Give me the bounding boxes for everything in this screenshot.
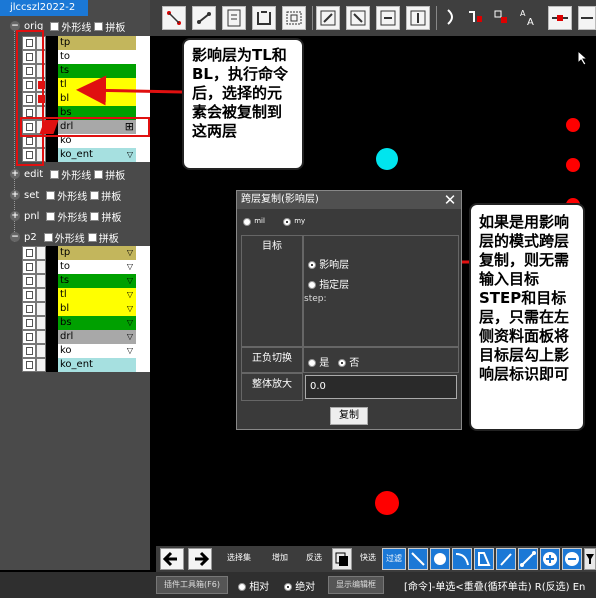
radio-unchecked-icon[interactable] — [308, 281, 316, 289]
scale-input[interactable]: 0.0 — [305, 375, 457, 399]
close-icon[interactable]: ✕ — [441, 191, 459, 209]
pencil-icon — [500, 553, 512, 566]
unit-my-label: my — [294, 217, 306, 225]
radio-checked-icon[interactable] — [284, 583, 292, 591]
cross-layer-copy-dialog: 跨层复制(影响层) ✕ mil my 目标 影响层 指定层 step: 正负切换… — [236, 190, 462, 430]
step-label: step: — [304, 294, 327, 304]
filter-button[interactable]: 过滤 — [382, 548, 406, 570]
radio-unchecked-icon[interactable] — [243, 218, 251, 226]
next-button[interactable] — [188, 548, 212, 570]
copy-button[interactable]: 复制 — [330, 407, 368, 425]
distance-icon — [520, 551, 536, 567]
zoom-out-button[interactable] — [562, 548, 582, 570]
option-affected-label: 影响层 — [319, 260, 350, 271]
relative-label: 相对 — [249, 582, 270, 593]
target-label-cell: 目标 — [241, 235, 303, 347]
target-options-cell: 影响层 指定层 step: — [303, 235, 459, 347]
radio-checked-icon[interactable] — [308, 261, 316, 269]
scale-label: 整体放大 — [252, 379, 292, 390]
unit-mil-option[interactable]: mil — [243, 217, 265, 228]
show-edit-box-button[interactable]: 显示编辑框 — [328, 576, 384, 594]
copy-icon — [335, 552, 348, 566]
plugin-toolbox-button[interactable]: 插件工具箱(F6) — [156, 576, 228, 594]
distance-mode-button[interactable] — [518, 548, 538, 570]
option-specified-label: 指定层 — [319, 280, 350, 291]
radio-checked-icon[interactable] — [283, 218, 291, 226]
status-bar: 插件工具箱(F6) 相对 绝对 显示编辑框 [命令]-单选<重叠(循环单击) R… — [0, 572, 596, 598]
circle-mode-button[interactable] — [430, 548, 450, 570]
minus-circle-icon — [565, 552, 579, 566]
edit-mode-button[interactable] — [496, 548, 516, 570]
polyline-mode-button[interactable] — [474, 548, 494, 570]
absolute-option[interactable]: 绝对 — [284, 578, 315, 593]
arc-icon — [455, 553, 469, 566]
command-line: [命令]-单选<重叠(循环单击) R(反选) En — [404, 582, 586, 593]
polarity-label: 正负切换 — [252, 353, 292, 364]
quick-select-button[interactable]: 快选 — [356, 548, 380, 570]
add-button[interactable]: 增加 — [266, 548, 294, 570]
scale-label-cell: 整体放大 — [241, 373, 303, 401]
arrow-left-icon — [162, 551, 177, 567]
option-affected-layer[interactable]: 影响层 — [308, 256, 349, 271]
dialog-titlebar[interactable]: 跨层复制(影响层) ✕ — [237, 191, 461, 209]
option-specified-layer[interactable]: 指定层 — [308, 276, 349, 291]
unit-my-option[interactable]: my — [283, 217, 305, 228]
arrow-to-layers — [76, 75, 183, 106]
polarity-options-cell: 是 否 — [303, 347, 459, 373]
zoom-in-button[interactable] — [540, 548, 560, 570]
polarity-yes-option[interactable]: 是 — [308, 354, 329, 369]
radio-checked-icon[interactable] — [338, 359, 346, 367]
prev-button[interactable] — [160, 548, 184, 570]
radio-unchecked-icon[interactable] — [308, 359, 316, 367]
diagonal-line-icon — [411, 552, 425, 566]
unit-mil-label: mil — [254, 217, 265, 225]
bottom-toolbar: 选择集 增加 反选 快选 过滤 — [156, 546, 596, 572]
target-label: 目标 — [262, 241, 282, 252]
select-set-button[interactable]: 选择集 — [222, 548, 256, 570]
radio-unchecked-icon[interactable] — [238, 583, 246, 591]
arc-mode-button[interactable] — [452, 548, 472, 570]
invert-button[interactable]: 反选 — [300, 548, 328, 570]
polarity-label-cell: 正负切换 — [241, 347, 303, 373]
polyline-icon — [478, 552, 491, 566]
arrow-right-icon — [195, 551, 210, 567]
polarity-yes-label: 是 — [319, 358, 330, 369]
polarity-no-option[interactable]: 否 — [338, 354, 359, 369]
relative-option[interactable]: 相对 — [238, 578, 269, 593]
filter-funnel-button[interactable] — [584, 548, 596, 570]
line-mode-button[interactable] — [408, 548, 428, 570]
plus-circle-icon — [543, 552, 557, 566]
copy-selection-button[interactable] — [332, 548, 352, 570]
dialog-title: 跨层复制(影响层) — [241, 194, 319, 205]
circle-icon — [434, 553, 446, 565]
absolute-label: 绝对 — [295, 582, 316, 593]
polarity-no-label: 否 — [349, 358, 360, 369]
funnel-icon — [586, 554, 594, 564]
